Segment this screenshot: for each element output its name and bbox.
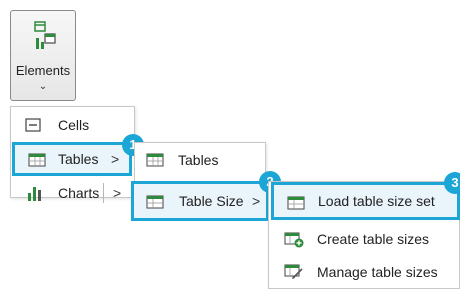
menu-item-create-table-sizes[interactable]: Create table sizes [271,224,458,254]
menu-item-table-size[interactable]: Table Size > [131,181,269,221]
menu-item-load-table-size-set[interactable]: Load table size set [271,182,460,220]
manage-table-size-icon [284,264,304,280]
menu-item-manage-table-sizes[interactable]: Manage table sizes [271,257,458,287]
menu-item-label: Create table sizes [317,231,430,247]
menu-item-label: Cells [58,117,90,133]
chevron-right-icon: > [111,151,120,167]
menu-item-charts[interactable]: Charts > [12,178,133,208]
chevron-right-icon: > [113,185,122,201]
elements-ribbon-button[interactable]: Elements ⌄ [10,10,76,101]
chevron-down-icon: ⌄ [38,81,48,92]
menu-item-label: Tables [58,151,99,167]
menu-item-label: Table Size [179,193,244,209]
create-table-size-icon [284,232,304,248]
elements-label: Elements [15,63,71,78]
menu-item-cells[interactable]: Cells [12,110,133,140]
load-table-size-icon [287,196,305,210]
step-badge-3: 3 [444,172,460,194]
table-size-icon [146,195,164,209]
separator [103,183,104,203]
menu-item-tables-sub[interactable]: Tables [136,145,264,175]
menu-item-label: Tables [178,152,219,168]
elements-icon [33,21,57,51]
menu-item-tables[interactable]: Tables > [12,142,132,176]
bar-chart-icon [27,185,43,201]
cells-icon [25,118,41,132]
table-icon [146,153,164,167]
menu-item-label: Load table size set [318,193,435,209]
menu-item-label: Charts [58,185,100,201]
chevron-right-icon: > [252,193,261,209]
table-icon [28,153,46,167]
menu-item-label: Manage table sizes [317,264,438,280]
